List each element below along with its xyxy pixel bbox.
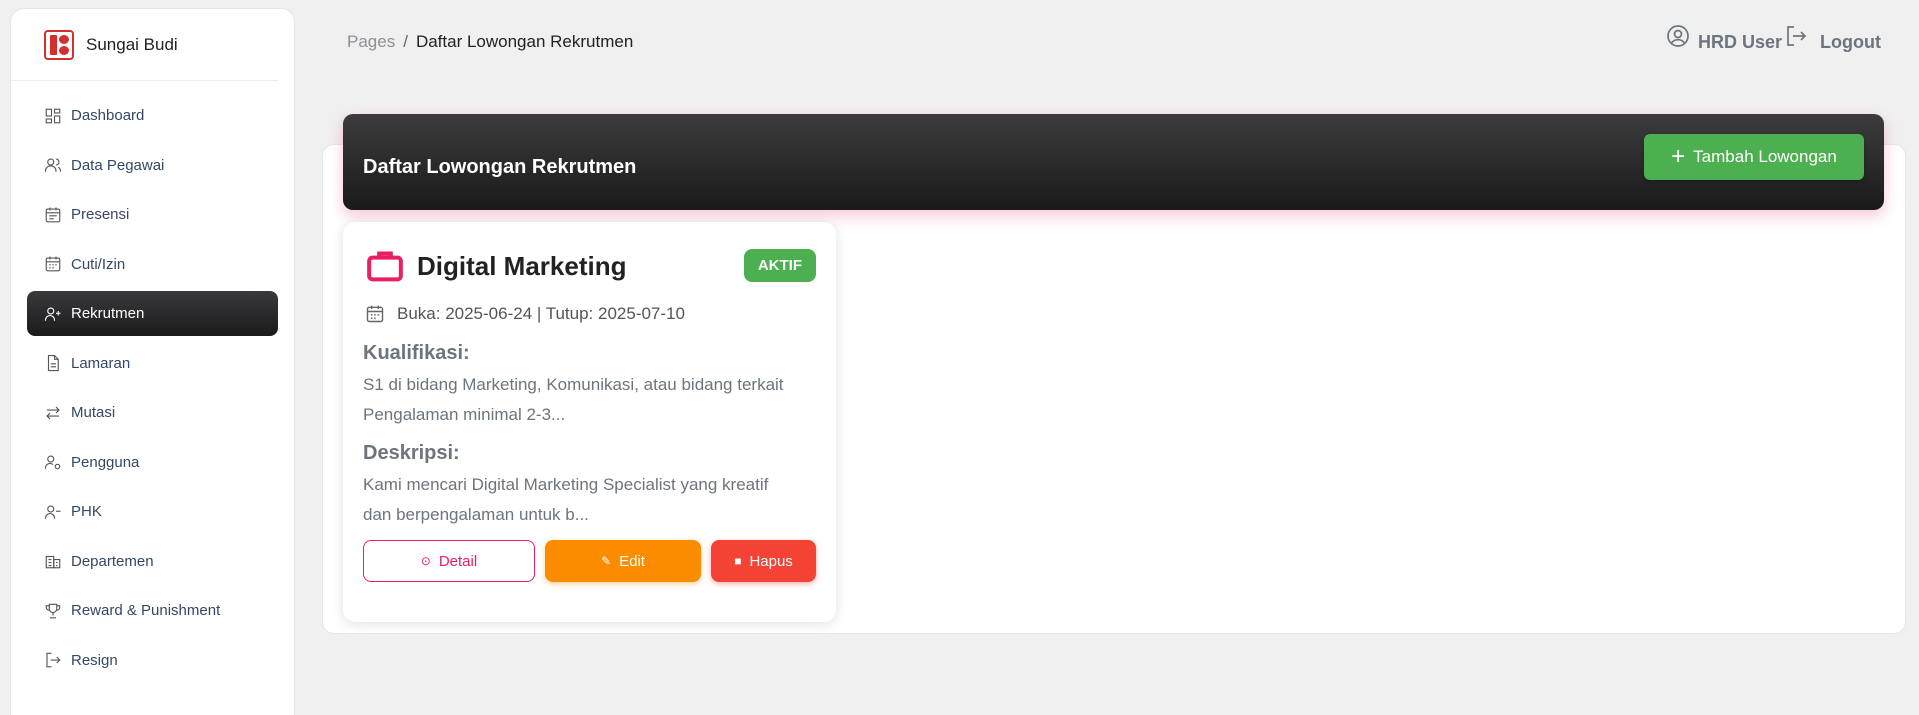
description-text: Kami mencari Digital Marketing Specialis… — [363, 475, 769, 524]
sidebar-item-label: Cuti/Izin — [71, 255, 126, 273]
sidebar-nav: Dashboard Data Pegawai Presensi Cuti/Izi… — [11, 93, 294, 683]
sidebar-item-departemen[interactable]: Departemen — [27, 539, 278, 584]
trophy-icon — [45, 603, 61, 618]
edit-button[interactable]: ✎ Edit — [545, 540, 701, 582]
description-title: Deskripsi: — [363, 442, 460, 464]
sidebar-item-phk[interactable]: PHK — [27, 489, 278, 534]
delete-label: Hapus — [749, 552, 793, 570]
sidebar-item-data-pegawai[interactable]: Data Pegawai — [27, 143, 278, 188]
user-gear-icon — [44, 455, 61, 470]
breadcrumb-current: Daftar Lowongan Rekrutmen — [415, 32, 634, 51]
pencil-icon: ✎ — [601, 554, 612, 568]
briefcase-icon — [367, 251, 403, 282]
swap-icon — [46, 406, 60, 419]
page-header-card: Daftar Lowongan Rekrutmen + Tambah Lowon… — [343, 114, 1884, 210]
logout-button[interactable]: Logout — [1784, 24, 1881, 53]
detail-button[interactable]: ⊙ Detail — [363, 540, 535, 582]
sidebar-item-label: Mutasi — [71, 404, 116, 421]
detail-label: Detail — [438, 552, 478, 570]
info-icon: ⊙ — [420, 554, 431, 568]
logout-label: Logout — [1820, 32, 1881, 52]
sidebar-item-presensi[interactable]: Presensi — [27, 192, 278, 237]
job-dates-text: Buka: 2025-06-24 | Tutup: 2025-07-10 — [397, 304, 685, 323]
sidebar-item-label: Pengguna — [71, 453, 140, 471]
users-icon — [44, 158, 62, 172]
breadcrumb-separator: / — [403, 32, 408, 51]
sidebar-item-dashboard[interactable]: Dashboard — [27, 93, 278, 138]
sidebar-item-label: Lamaran — [71, 354, 131, 372]
job-card: Digital Marketing AKTIF Buka: 2025-06-24… — [343, 222, 836, 622]
sidebar-item-label: PHK — [71, 503, 102, 520]
user-circle-icon — [1667, 25, 1689, 47]
job-card-header: Digital Marketing — [365, 246, 626, 286]
plus-icon: + — [1671, 143, 1686, 170]
dashboard-icon — [45, 108, 61, 123]
brand-logo-icon — [44, 29, 74, 60]
qualification-text: S1 di bidang Marketing, Komunikasi, atau… — [363, 375, 784, 424]
job-title: Digital Marketing — [417, 250, 627, 281]
sidebar-item-resign[interactable]: Resign — [27, 638, 278, 683]
calendar-grid-icon — [45, 256, 61, 272]
sidebar-item-label: Departemen — [71, 552, 154, 570]
sidebar-item-lamaran[interactable]: Lamaran — [27, 341, 278, 386]
user-menu[interactable]: HRD User — [1666, 24, 1782, 53]
sidebar-item-label: Rekrutmen — [71, 305, 145, 322]
sidebar-item-rekrutmen[interactable]: Rekrutmen — [27, 291, 278, 336]
sidebar-item-reward-punishment[interactable]: Reward & Punishment — [27, 588, 278, 633]
sidebar-item-label: Presensi — [71, 206, 130, 223]
sign-out-icon — [46, 652, 61, 668]
user-name: HRD User — [1697, 32, 1783, 52]
sidebar-item-mutasi[interactable]: Mutasi — [27, 390, 278, 435]
breadcrumb: Pages / Daftar Lowongan Rekrutmen — [347, 32, 633, 52]
calendar-icon — [45, 207, 61, 222]
sidebar-item-label: Resign — [71, 651, 118, 669]
status-badge: AKTIF — [743, 249, 816, 282]
sidebar-item-label: Reward & Punishment — [71, 602, 221, 619]
edit-label: Edit — [619, 552, 645, 570]
document-icon — [47, 354, 59, 372]
user-minus-icon — [44, 504, 61, 519]
sidebar-item-label: Data Pegawai — [71, 156, 165, 174]
calendar-icon — [366, 305, 384, 323]
user-plus-icon — [44, 306, 61, 321]
brand[interactable]: Sungai Budi — [11, 9, 278, 81]
add-job-button[interactable]: + Tambah Lowongan — [1644, 134, 1864, 180]
sidebar-item-cuti-izin[interactable]: Cuti/Izin — [27, 242, 278, 287]
sidebar-item-label: Dashboard — [71, 107, 145, 124]
sidebar-item-pengguna[interactable]: Pengguna — [27, 440, 278, 485]
brand-name: Sungai Budi — [86, 34, 178, 54]
building-icon — [45, 555, 61, 569]
sidebar: Sungai Budi Dashboard Data Pegawai Prese… — [10, 8, 295, 715]
breadcrumb-root[interactable]: Pages — [347, 32, 395, 51]
trash-icon: ■ — [734, 554, 742, 568]
page-title: Daftar Lowongan Rekrutmen — [363, 156, 637, 178]
add-job-label: Tambah Lowongan — [1693, 147, 1837, 166]
topbar-actions: HRD User Logout — [1666, 24, 1881, 53]
job-dates: Buka: 2025-06-24 | Tutup: 2025-07-10 — [365, 304, 685, 324]
delete-button[interactable]: ■ Hapus — [711, 540, 816, 582]
logout-icon — [1787, 26, 1807, 46]
qualification-title: Kualifikasi: — [363, 342, 470, 364]
